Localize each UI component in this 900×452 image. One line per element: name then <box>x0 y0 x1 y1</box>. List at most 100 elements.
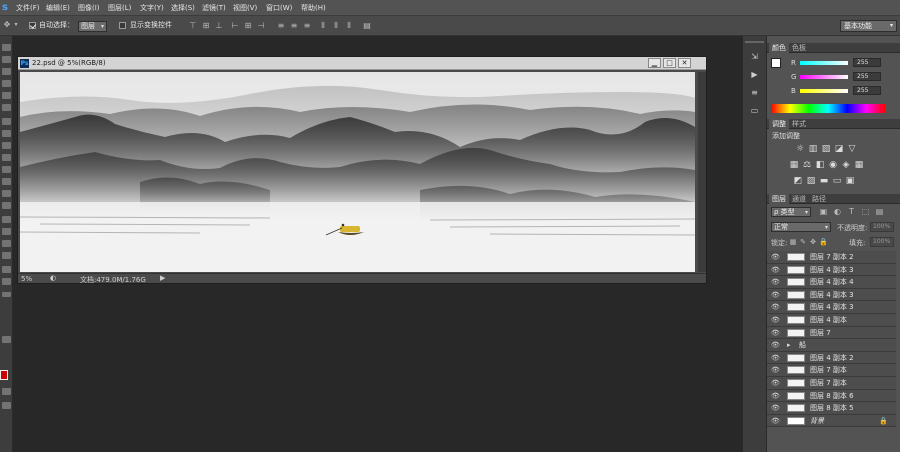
layer-row[interactable]: 👁 图层 4 副本 3 <box>767 301 896 314</box>
levels-icon[interactable]: ▥ <box>808 145 818 154</box>
b-slider[interactable] <box>800 89 848 93</box>
vertical-scrollbar[interactable] <box>698 72 706 272</box>
layer-row[interactable]: 👁 图层 7 <box>767 326 896 340</box>
tool-preset-chevron-icon[interactable]: ▾ <box>13 20 19 30</box>
black-white-icon[interactable]: ◧ <box>815 161 825 170</box>
photo-filter-icon[interactable]: ◉ <box>828 161 838 170</box>
layer-row[interactable]: 👁 图层 4 副本 2 <box>767 351 896 365</box>
dodge-tool-icon[interactable] <box>2 202 11 209</box>
lock-position-icon[interactable]: ✥ <box>809 237 817 247</box>
r-slider[interactable] <box>800 61 848 65</box>
layer-row[interactable]: 👁 图层 8 副本 5 <box>767 402 896 415</box>
quick-select-tool-icon[interactable] <box>2 80 11 87</box>
selective-color-icon[interactable]: ▣ <box>845 177 855 186</box>
menu-view[interactable]: 视图(V) <box>233 3 257 14</box>
gradient-map-icon[interactable]: ▭ <box>832 177 842 186</box>
swap-colors-icon[interactable] <box>2 336 11 343</box>
layer-row[interactable]: 👁 图层 4 副本 4 <box>767 276 896 289</box>
gradient-tool-icon[interactable] <box>2 178 11 185</box>
filter-pixel-icon[interactable]: ▣ <box>819 207 828 217</box>
canvas[interactable] <box>20 72 695 272</box>
tab-adjustments[interactable]: 调整 <box>769 119 789 129</box>
layer-row[interactable]: 👁 图层 7 副本 2 <box>767 251 896 264</box>
menu-help[interactable]: 帮助(H) <box>301 3 326 14</box>
quick-mask-icon[interactable] <box>2 388 11 395</box>
layer-row[interactable]: 👁 背景 🔒 <box>767 414 896 428</box>
group-folder-icon[interactable]: ▸ <box>787 341 797 350</box>
path-select-tool-icon[interactable] <box>2 240 11 247</box>
color-lookup-icon[interactable]: ▦ <box>854 161 864 170</box>
align-hcenter-icon[interactable]: ⊞ <box>243 21 253 31</box>
auto-select-dropdown[interactable]: 图层 ▾ <box>78 21 107 32</box>
color-balance-icon[interactable]: ⚖ <box>802 161 812 170</box>
zoom-tool-icon[interactable] <box>2 278 11 285</box>
pen-tool-icon[interactable] <box>2 216 11 223</box>
visibility-eye-icon[interactable]: 👁 <box>771 341 780 349</box>
lasso-tool-icon[interactable] <box>2 68 11 75</box>
layer-filter-dropdown[interactable]: ρ 类型 ▾ <box>771 207 811 217</box>
brightness-icon[interactable]: ☼ <box>795 145 805 154</box>
menu-window[interactable]: 窗口(W) <box>266 3 292 14</box>
curves-icon[interactable]: ▨ <box>821 145 831 154</box>
filter-adjust-icon[interactable]: ◐ <box>833 207 842 217</box>
g-value[interactable]: 255 <box>853 72 881 81</box>
layer-row[interactable]: 👁 图层 4 副本 <box>767 314 896 327</box>
filter-type-icon[interactable]: T <box>847 207 856 217</box>
visibility-eye-icon[interactable]: 👁 <box>771 417 780 425</box>
auto-select-checkbox[interactable] <box>29 22 36 29</box>
clone-stamp-tool-icon[interactable] <box>2 142 11 149</box>
hand-tool-icon[interactable] <box>2 266 11 273</box>
distribute-bottom-icon[interactable]: ≡ <box>302 21 312 31</box>
visibility-eye-icon[interactable]: 👁 <box>771 329 780 337</box>
crop-tool-icon[interactable] <box>2 92 11 99</box>
threshold-icon[interactable]: ▬ <box>819 177 829 186</box>
distribute-right-icon[interactable]: ⦀ <box>344 21 354 31</box>
vibrance-icon[interactable]: ▽ <box>847 145 857 154</box>
visibility-eye-icon[interactable]: 👁 <box>771 392 780 400</box>
visibility-eye-icon[interactable]: 👁 <box>771 303 780 311</box>
invert-icon[interactable]: ◩ <box>793 177 803 186</box>
menu-image[interactable]: 图像(I) <box>78 3 100 14</box>
tab-color[interactable]: 颜色 <box>769 43 789 53</box>
b-value[interactable]: 255 <box>853 86 881 95</box>
menu-select[interactable]: 选择(S) <box>171 3 195 14</box>
align-top-icon[interactable]: ⊤ <box>188 21 198 31</box>
foreground-color-swatch[interactable] <box>0 370 8 380</box>
filter-shape-icon[interactable]: ⬚ <box>861 207 870 217</box>
visibility-eye-icon[interactable]: 👁 <box>771 404 780 412</box>
r-value[interactable]: 255 <box>853 58 881 67</box>
distribute-vcenter-icon[interactable]: ≡ <box>289 21 299 31</box>
align-bottom-icon[interactable]: ⊥ <box>214 21 224 31</box>
screen-mode-icon[interactable] <box>2 402 11 409</box>
comments-panel-icon[interactable]: ▭ <box>749 106 760 115</box>
layer-row[interactable]: 👁 图层 4 副本 3 <box>767 263 896 277</box>
align-right-icon[interactable]: ⊣ <box>256 21 266 31</box>
exposure-icon[interactable]: ◪ <box>834 145 844 154</box>
filter-smart-icon[interactable]: ▤ <box>875 207 884 217</box>
lock-all-icon[interactable]: 🔒 <box>819 237 828 247</box>
healing-brush-tool-icon[interactable] <box>2 118 11 125</box>
actions-panel-icon[interactable]: ▶ <box>749 70 760 79</box>
align-vcenter-icon[interactable]: ⊞ <box>201 21 211 31</box>
foreground-color-swatch[interactable] <box>771 58 781 68</box>
blur-tool-icon[interactable] <box>2 190 11 197</box>
layer-row[interactable]: 👁 图层 8 副本 6 <box>767 389 896 403</box>
lock-transparent-icon[interactable]: ▦ <box>789 237 797 247</box>
tab-channels[interactable]: 通道 <box>789 194 809 204</box>
type-tool-icon[interactable] <box>2 228 11 235</box>
visibility-eye-icon[interactable]: 👁 <box>771 316 780 324</box>
tab-styles[interactable]: 样式 <box>789 119 809 129</box>
eyedropper-tool-icon[interactable] <box>2 104 11 111</box>
close-button[interactable]: ✕ <box>678 58 691 68</box>
history-panel-icon[interactable]: ⇲ <box>749 52 760 61</box>
layer-row[interactable]: 👁 ▸ 船 <box>767 339 896 352</box>
channel-mixer-icon[interactable]: ◈ <box>841 161 851 170</box>
marquee-tool-icon[interactable] <box>2 56 11 63</box>
posterize-icon[interactable]: ▨ <box>806 177 816 186</box>
layer-row[interactable]: 👁 图层 4 副本 3 <box>767 288 896 302</box>
menu-file[interactable]: 文件(F) <box>16 3 40 14</box>
distribute-hcenter-icon[interactable]: ⦀ <box>331 21 341 31</box>
opacity-field[interactable]: 100% <box>870 222 894 232</box>
fill-field[interactable]: 100% <box>870 237 894 247</box>
auto-align-icon[interactable]: ▤ <box>362 21 372 31</box>
